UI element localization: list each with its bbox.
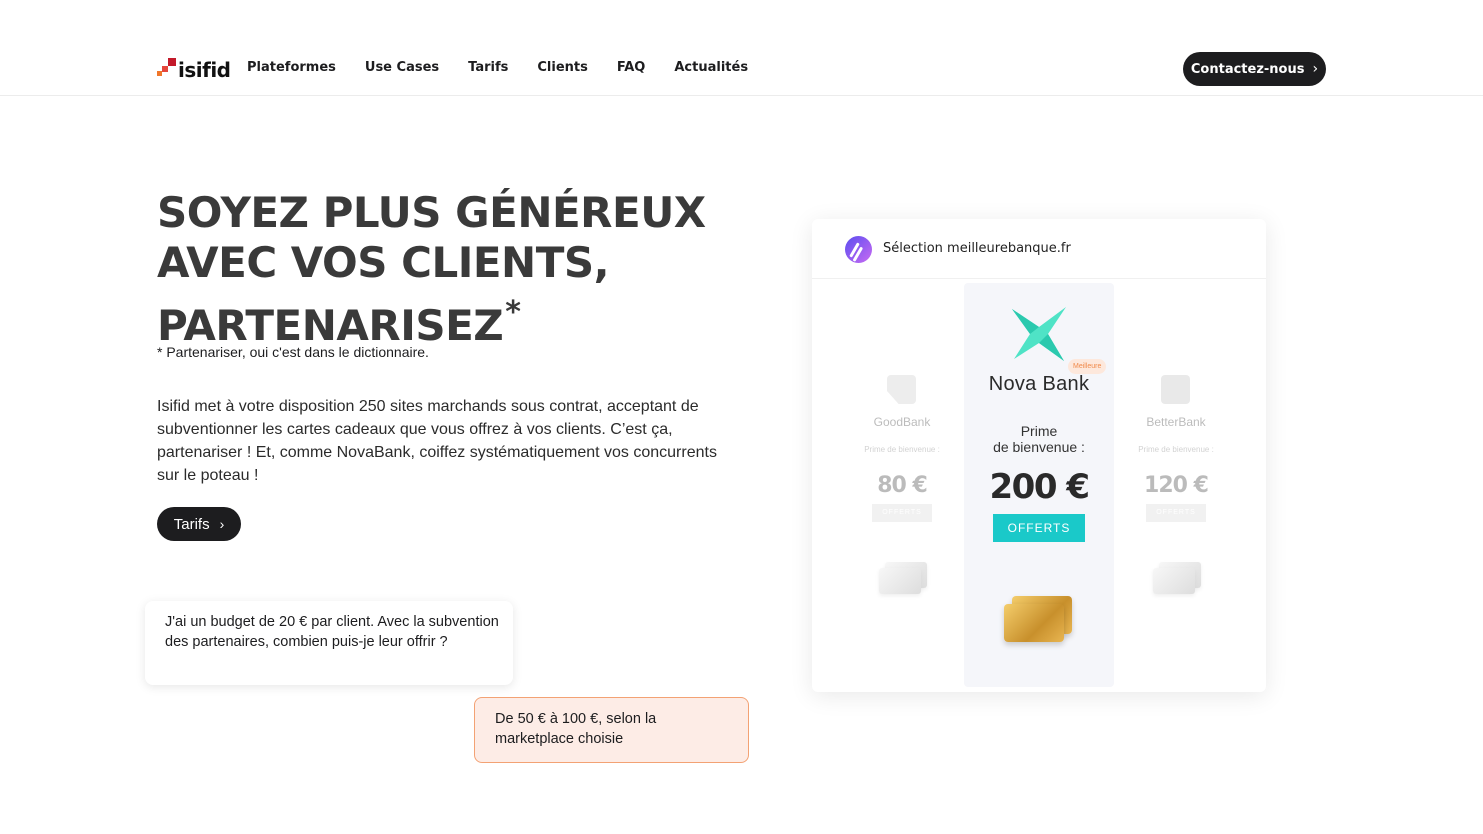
chevron-right-icon: › <box>219 516 225 532</box>
novabank-prime-line-2: de bienvenue : <box>993 439 1085 455</box>
bank-comparison-card: Sélection meilleurebanque.fr GoodBank Pr… <box>812 219 1266 692</box>
betterbank-amount: 120 € <box>1144 473 1209 498</box>
betterbank-column: BetterBank Prime de bienvenue : 120 € OF… <box>1116 219 1236 692</box>
nav-item-actualites[interactable]: Actualités <box>674 60 748 75</box>
betterbank-offer-badge: OFFERTS <box>1146 504 1206 522</box>
nav-item-plateformes[interactable]: Plateformes <box>247 60 336 75</box>
betterbank-prime-label: Prime de bienvenue : <box>1138 445 1214 454</box>
tarifs-button[interactable]: Tarifs › <box>157 507 241 541</box>
goodbank-offer-badge: OFFERTS <box>872 504 932 522</box>
logo-mark-icon <box>157 56 177 80</box>
goodbank-column: GoodBank Prime de bienvenue : 80 € OFFER… <box>842 219 962 692</box>
contact-button[interactable]: Contactez-nous › <box>1183 52 1326 86</box>
nav-item-tarifs[interactable]: Tarifs <box>468 60 508 75</box>
best-badge: Meilleure <box>1068 359 1107 374</box>
nav-item-use-cases[interactable]: Use Cases <box>365 60 439 75</box>
betterbank-name: BetterBank <box>1146 415 1206 429</box>
hero-footnote: * Partenariser, oui c'est dans le dictio… <box>157 344 429 360</box>
nav-item-clients[interactable]: Clients <box>537 60 587 75</box>
hero-title-line-2: AVEC VOS CLIENTS, <box>157 238 610 287</box>
isifid-logo[interactable]: isifid <box>157 54 231 80</box>
goodbank-logo-icon <box>887 375 916 404</box>
goodbank-amount: 80 € <box>877 473 928 498</box>
contact-button-label: Contactez-nous <box>1190 61 1305 77</box>
novabank-column: Meilleure Nova Bank Prime de bienvenue :… <box>964 283 1114 687</box>
site-header: isifid Plateformes Use Cases Tarifs Clie… <box>0 0 1483 96</box>
chat-answer-bubble: De 50 € à 100 €, selon la marketplace ch… <box>474 697 749 763</box>
novabank-offer-badge: OFFERTS <box>993 514 1085 542</box>
hero-title-asterisk: * <box>505 295 521 330</box>
silver-card-icon <box>879 562 927 594</box>
novabank-logo-icon <box>1012 307 1066 361</box>
novabank-prime-label: Prime de bienvenue : <box>964 423 1114 455</box>
nav-item-faq[interactable]: FAQ <box>617 60 646 75</box>
tarifs-button-label: Tarifs <box>173 515 210 533</box>
goodbank-name: GoodBank <box>873 415 931 429</box>
gold-card-icon <box>1004 596 1074 644</box>
silver-card-icon <box>1153 562 1201 594</box>
main-nav: Plateformes Use Cases Tarifs Clients FAQ… <box>247 60 777 75</box>
goodbank-prime-label: Prime de bienvenue : <box>864 445 940 454</box>
chevron-right-icon: › <box>1312 61 1319 77</box>
hero-description: Isifid met à votre disposition 250 sites… <box>157 398 717 484</box>
novabank-name: Nova Bank <box>988 373 1090 395</box>
hero-title: SOYEZ PLUS GÉNÉREUX AVEC VOS CLIENTS, PA… <box>157 188 797 351</box>
betterbank-logo-icon <box>1161 375 1190 404</box>
novabank-prime-line-1: Prime <box>1020 423 1058 439</box>
logo-text: isifid <box>178 58 231 82</box>
hero-title-line-3: PARTENARISEZ <box>157 301 504 350</box>
hero-title-line-1: SOYEZ PLUS GÉNÉREUX <box>157 188 706 237</box>
chat-question-bubble: J'ai un budget de 20 € par client. Avec … <box>145 601 513 685</box>
novabank-amount: 200 € <box>989 467 1090 507</box>
